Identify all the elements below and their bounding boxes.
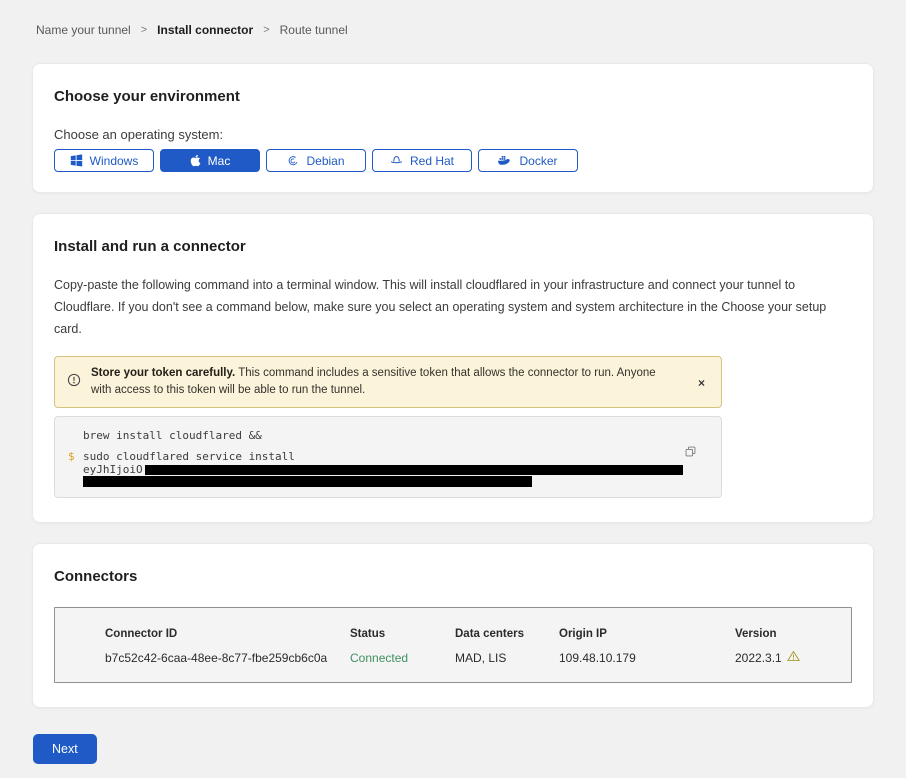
token-warning-bold: Store your token carefully. (91, 367, 235, 379)
alert-circle-icon (67, 373, 81, 392)
token-prefix-text: eyJhIjoiO (83, 463, 143, 476)
shell-prompt: $ (68, 450, 75, 464)
copy-icon (684, 446, 697, 461)
breadcrumb: Name your tunnel > Install connector > R… (0, 0, 906, 37)
version-cell: 2022.3.1 (735, 650, 831, 665)
windows-logo-icon (70, 154, 83, 167)
os-button-debian[interactable]: Debian (266, 149, 366, 172)
col-data-centers: Data centers (455, 628, 559, 640)
debian-logo-icon (287, 155, 299, 167)
docker-logo-icon (498, 155, 512, 166)
code-line-sudo: $ sudo cloudflared service install (55, 450, 721, 464)
code-command-text: sudo cloudflared service install (83, 450, 295, 463)
os-button-label: Windows (90, 154, 139, 168)
os-button-windows[interactable]: Windows (54, 149, 154, 172)
data-centers-value: MAD, LIS (455, 651, 559, 665)
os-button-group: Windows Mac Debian Red Hat Docker (54, 149, 852, 172)
connectors-card: Connectors Connector ID Status Data cent… (32, 543, 874, 708)
breadcrumb-name-your-tunnel[interactable]: Name your tunnel (36, 23, 131, 37)
environment-card-title: Choose your environment (54, 88, 852, 105)
origin-ip-value: 109.48.10.179 (559, 651, 735, 665)
connector-id-value: b7c52c42-6caa-48ee-8c77-fbe259cb6c0a (105, 651, 350, 665)
status-badge: Connected (350, 651, 455, 665)
code-blank-line (55, 443, 721, 450)
os-button-label: Docker (519, 154, 557, 168)
environment-card: Choose your environment Choose an operat… (32, 63, 874, 193)
install-card-description: Copy-paste the following command into a … (54, 275, 852, 341)
redacted-token-bar (83, 476, 532, 487)
os-button-mac[interactable]: Mac (160, 149, 260, 172)
os-select-label: Choose an operating system: (54, 127, 852, 142)
token-warning-banner: Store your token carefully. This command… (54, 356, 722, 409)
connector-table-row: b7c52c42-6caa-48ee-8c77-fbe259cb6c0a Con… (105, 650, 831, 665)
connectors-table-header: Connector ID Status Data centers Origin … (105, 628, 831, 640)
connectors-table: Connector ID Status Data centers Origin … (54, 607, 852, 683)
next-button[interactable]: Next (33, 734, 97, 764)
install-command-codeblock: brew install cloudflared && $ sudo cloudf… (54, 416, 722, 498)
os-button-redhat[interactable]: Red Hat (372, 149, 472, 172)
code-line-brew: brew install cloudflared && (55, 429, 721, 443)
redhat-logo-icon (390, 154, 403, 167)
os-button-label: Mac (208, 154, 231, 168)
os-button-docker[interactable]: Docker (478, 149, 578, 172)
breadcrumb-install-connector[interactable]: Install connector (157, 23, 253, 37)
os-button-label: Debian (306, 154, 344, 168)
col-connector-id: Connector ID (105, 628, 350, 640)
warning-triangle-icon (787, 650, 800, 665)
col-origin-ip: Origin IP (559, 628, 735, 640)
copy-command-button[interactable] (682, 443, 699, 463)
install-card: Install and run a connector Copy-paste t… (32, 213, 874, 523)
os-button-label: Red Hat (410, 154, 454, 168)
banner-close-button[interactable]: × (694, 375, 709, 391)
col-version: Version (735, 628, 831, 640)
install-card-title: Install and run a connector (54, 238, 852, 255)
token-warning-text: Store your token carefully. This command… (91, 365, 684, 400)
breadcrumb-separator: > (263, 24, 269, 36)
connectors-card-title: Connectors (54, 568, 852, 585)
breadcrumb-route-tunnel[interactable]: Route tunnel (280, 23, 348, 37)
col-status: Status (350, 628, 455, 640)
code-line-token: eyJhIjoiO (55, 464, 721, 476)
redacted-token-bar (145, 465, 683, 475)
breadcrumb-separator: > (141, 24, 147, 36)
version-value: 2022.3.1 (735, 651, 782, 665)
apple-logo-icon (190, 154, 201, 167)
